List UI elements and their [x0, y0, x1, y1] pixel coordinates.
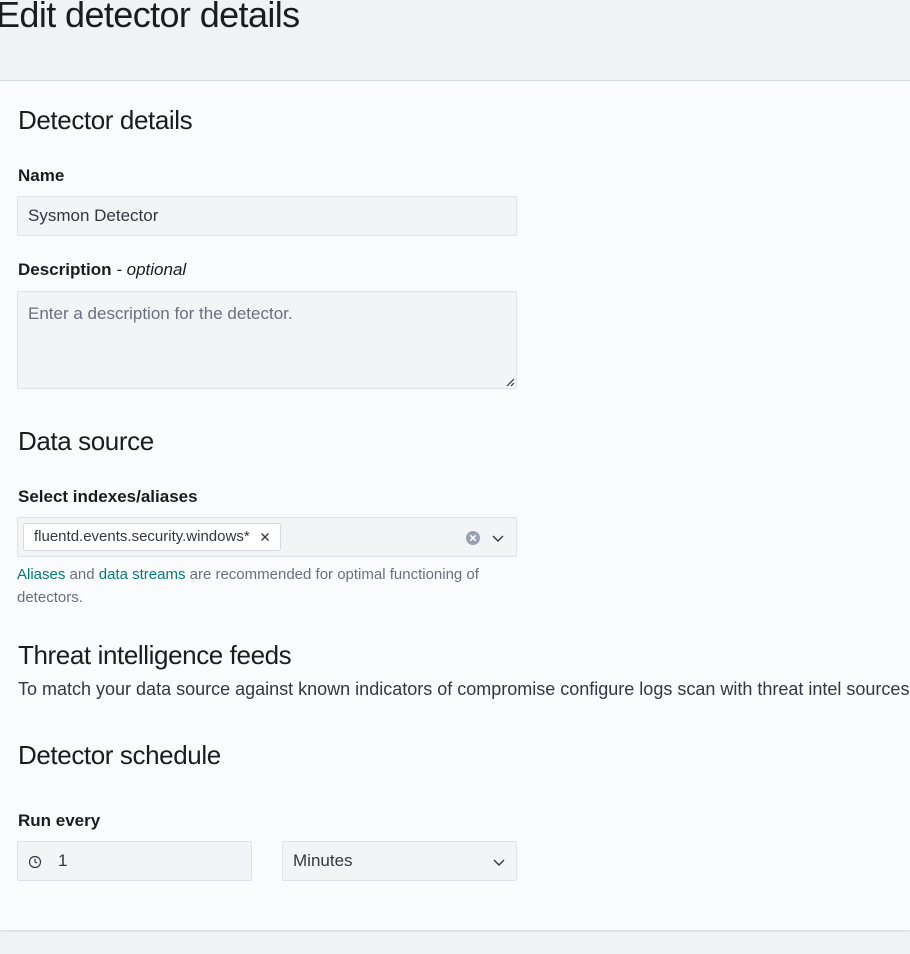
chevron-down-icon	[493, 859, 505, 866]
threat-intel-heading: Threat intelligence feeds	[18, 640, 292, 670]
indexes-combobox[interactable]: fluentd.events.security.windows*	[17, 517, 517, 557]
interval-unit-select[interactable]: Minutes	[282, 841, 517, 881]
description-textarea[interactable]	[17, 291, 517, 389]
detector-schedule-heading: Detector schedule	[18, 740, 221, 770]
interval-value: 1	[58, 851, 68, 870]
interval-number-input[interactable]: 1	[17, 841, 252, 881]
resize-grip-icon[interactable]	[505, 377, 515, 387]
page-title: Edit detector details	[0, 0, 300, 35]
help-and-text: and	[69, 566, 95, 583]
indexes-help-text: Aliases and data streams are recommended…	[17, 563, 517, 609]
threat-intel-description: To match your data source against known …	[18, 679, 910, 699]
run-every-label: Run every	[18, 811, 101, 830]
data-source-heading: Data source	[18, 426, 154, 456]
clock-icon	[28, 855, 42, 869]
clear-circle-icon[interactable]	[465, 530, 481, 546]
chevron-down-icon[interactable]	[490, 530, 506, 546]
aliases-link[interactable]: Aliases	[17, 566, 65, 583]
detector-details-heading: Detector details	[18, 105, 193, 135]
name-label: Name	[18, 166, 65, 185]
interval-unit-value: Minutes	[293, 851, 353, 870]
selected-index-pill: fluentd.events.security.windows*	[23, 523, 281, 551]
name-input[interactable]	[17, 196, 517, 236]
select-indexes-label: Select indexes/aliases	[18, 487, 198, 506]
detector-form-panel: Detector details Name Description - opti…	[0, 80, 910, 930]
description-label-text: Description	[18, 260, 112, 279]
data-streams-link[interactable]: data streams	[99, 566, 186, 583]
close-icon[interactable]	[258, 530, 272, 544]
description-label: Description - optional	[18, 260, 186, 280]
optional-hint: - optional	[116, 260, 187, 279]
selected-index-label: fluentd.events.security.windows*	[34, 528, 250, 545]
